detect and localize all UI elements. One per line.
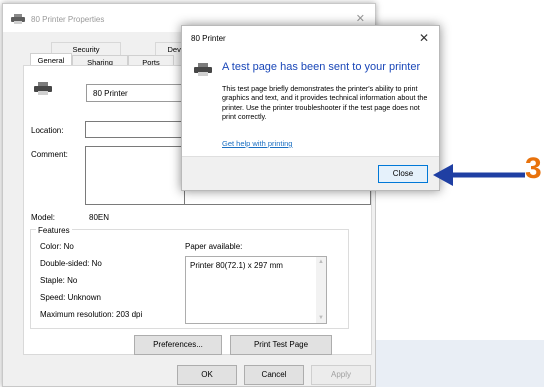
- annotation-arrow-icon: [433, 164, 525, 186]
- tab-general-label: General: [37, 56, 65, 65]
- feature-staple: Staple: No: [40, 276, 78, 285]
- paper-list[interactable]: Printer 80(72.1) x 297 mm ▲ ▼: [185, 256, 327, 324]
- comment-field[interactable]: [85, 146, 185, 205]
- print-test-page-button[interactable]: Print Test Page: [230, 335, 332, 355]
- tab-security-label: Security: [72, 45, 100, 54]
- screenshot-stage: 80 Printer Properties ✕ Security Devi Ge…: [0, 0, 554, 387]
- feature-double-sided: Double-sided: No: [40, 259, 102, 268]
- printer-icon: [11, 14, 25, 24]
- dialog-body: This test page briefly demonstrates the …: [222, 84, 428, 122]
- paper-available-label: Paper available:: [185, 242, 243, 251]
- test-page-dialog: 80 Printer ✕ A test page has been sent t…: [181, 25, 440, 191]
- background-panel: [376, 340, 544, 387]
- help-link[interactable]: Get help with printing: [222, 139, 292, 148]
- dialog-footer: Close: [182, 156, 439, 190]
- feature-speed: Speed: Unknown: [40, 293, 101, 302]
- printer-icon: [194, 63, 212, 76]
- printer-icon: [34, 82, 52, 95]
- model-value: 80EN: [89, 213, 110, 222]
- paper-list-scrollbar[interactable]: ▲ ▼: [316, 257, 326, 323]
- apply-button[interactable]: Apply: [311, 365, 371, 385]
- features-title: Features: [36, 226, 72, 235]
- window-title: 80 Printer Properties: [31, 15, 105, 24]
- close-icon[interactable]: ✕: [356, 12, 365, 25]
- printer-name-field[interactable]: 80 Printer: [86, 84, 190, 102]
- comment-label: Comment:: [31, 150, 68, 159]
- feature-color: Color: No: [40, 242, 74, 251]
- feature-max-resolution: Maximum resolution: 203 dpi: [40, 310, 143, 319]
- close-icon[interactable]: ✕: [419, 31, 429, 45]
- ok-button[interactable]: OK: [177, 365, 237, 385]
- cancel-button[interactable]: Cancel: [244, 365, 304, 385]
- printer-name-value: 80 Printer: [93, 89, 128, 98]
- dialog-title: 80 Printer: [191, 34, 226, 43]
- scroll-up-icon[interactable]: ▲: [318, 259, 324, 265]
- model-label: Model:: [31, 213, 56, 222]
- paper-list-item[interactable]: Printer 80(72.1) x 297 mm: [190, 261, 283, 270]
- location-label: Location:: [31, 126, 64, 135]
- close-button[interactable]: Close: [378, 165, 428, 183]
- dialog-heading: A test page has been sent to your printe…: [222, 61, 421, 73]
- location-field[interactable]: [85, 121, 185, 138]
- annotation-step-number: 3: [525, 152, 542, 185]
- preferences-button[interactable]: Preferences...: [134, 335, 222, 355]
- scroll-down-icon[interactable]: ▼: [318, 315, 324, 321]
